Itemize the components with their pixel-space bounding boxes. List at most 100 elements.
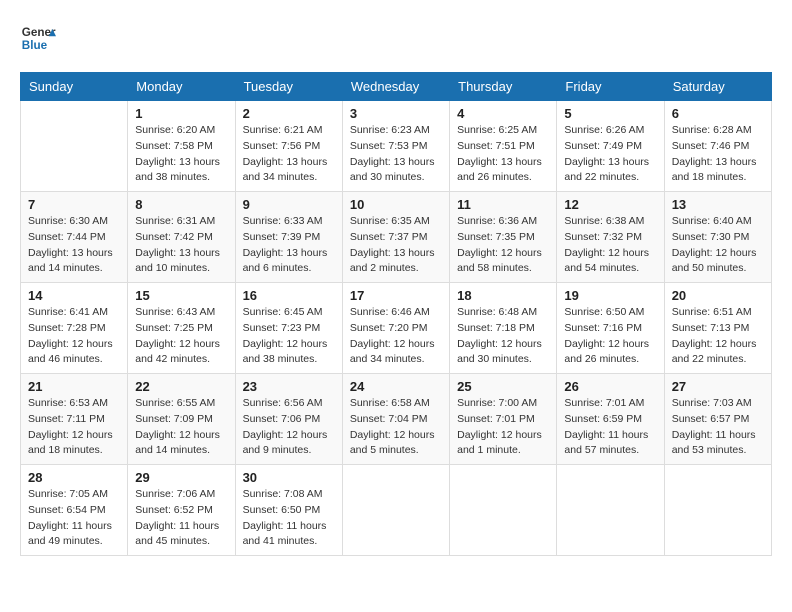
weekday-header-cell: Wednesday bbox=[342, 73, 449, 101]
day-number: 17 bbox=[350, 288, 442, 303]
weekday-header-row: SundayMondayTuesdayWednesdayThursdayFrid… bbox=[21, 73, 772, 101]
calendar-day-cell: 30Sunrise: 7:08 AMSunset: 6:50 PMDayligh… bbox=[235, 465, 342, 556]
day-number: 27 bbox=[672, 379, 764, 394]
day-info: Sunrise: 7:01 AMSunset: 6:59 PMDaylight:… bbox=[564, 396, 656, 459]
day-number: 5 bbox=[564, 106, 656, 121]
calendar-day-cell: 28 Sunrise: 7:05 AMSunset: 6:54 PMDayligh… bbox=[21, 465, 128, 556]
calendar-day-cell: 6Sunrise: 6:28 AMSunset: 7:46 PMDaylight… bbox=[664, 101, 771, 192]
calendar-day-cell: 20Sunrise: 6:51 AMSunset: 7:13 PMDayligh… bbox=[664, 283, 771, 374]
day-number: 3 bbox=[350, 106, 442, 121]
day-number: 6 bbox=[672, 106, 764, 121]
page-header: General Blue bbox=[20, 20, 772, 56]
day-info: Sunrise: 6:35 AMSunset: 7:37 PMDaylight:… bbox=[350, 214, 442, 277]
calendar-day-cell bbox=[342, 465, 449, 556]
calendar-day-cell: 16 Sunrise: 6:45 AMSunset: 7:23 PMDayligh… bbox=[235, 283, 342, 374]
weekday-header-cell: Sunday bbox=[21, 73, 128, 101]
calendar-day-cell: 5 Sunrise: 6:26 AMSunset: 7:49 PMDaylight… bbox=[557, 101, 664, 192]
calendar-day-cell: 14Sunrise: 6:41 AMSunset: 7:28 PMDayligh… bbox=[21, 283, 128, 374]
day-number: 12 bbox=[564, 197, 656, 212]
day-info: Sunrise: 6:55 AMSunset: 7:09 PMDaylight:… bbox=[135, 396, 227, 459]
day-number: 15 bbox=[135, 288, 227, 303]
calendar-day-cell: 25 Sunrise: 7:00 AMSunset: 7:01 PMDayligh… bbox=[450, 374, 557, 465]
calendar-day-cell: 23Sunrise: 6:56 AMSunset: 7:06 PMDayligh… bbox=[235, 374, 342, 465]
calendar-day-cell: 22Sunrise: 6:55 AMSunset: 7:09 PMDayligh… bbox=[128, 374, 235, 465]
calendar-day-cell: 1 Sunrise: 6:20 AMSunset: 7:58 PMDaylight… bbox=[128, 101, 235, 192]
day-info: Sunrise: 6:33 AMSunset: 7:39 PMDaylight:… bbox=[243, 214, 335, 277]
calendar-day-cell bbox=[21, 101, 128, 192]
day-info: Sunrise: 6:53 AMSunset: 7:11 PMDaylight:… bbox=[28, 396, 120, 459]
day-info: Sunrise: 6:58 AMSunset: 7:04 PMDaylight:… bbox=[350, 396, 442, 459]
calendar-day-cell: 29 Sunrise: 7:06 AMSunset: 6:52 PMDayligh… bbox=[128, 465, 235, 556]
day-number: 13 bbox=[672, 197, 764, 212]
day-number: 8 bbox=[135, 197, 227, 212]
day-info: Sunrise: 6:46 AMSunset: 7:20 PMDaylight:… bbox=[350, 305, 442, 368]
weekday-header-cell: Thursday bbox=[450, 73, 557, 101]
weekday-header-cell: Saturday bbox=[664, 73, 771, 101]
calendar-week-row: 21 Sunrise: 6:53 AMSunset: 7:11 PMDayligh… bbox=[21, 374, 772, 465]
day-info: Sunrise: 6:38 AMSunset: 7:32 PMDaylight:… bbox=[564, 214, 656, 277]
calendar-week-row: 1 Sunrise: 6:20 AMSunset: 7:58 PMDaylight… bbox=[21, 101, 772, 192]
weekday-header-cell: Friday bbox=[557, 73, 664, 101]
calendar-day-cell: 13 Sunrise: 6:40 AMSunset: 7:30 PMDayligh… bbox=[664, 192, 771, 283]
day-number: 16 bbox=[243, 288, 335, 303]
day-info: Sunrise: 6:36 AMSunset: 7:35 PMDaylight:… bbox=[457, 214, 549, 277]
day-info: Sunrise: 6:31 AMSunset: 7:42 PMDaylight:… bbox=[135, 214, 227, 277]
calendar-day-cell: 19 Sunrise: 6:50 AMSunset: 7:16 PMDayligh… bbox=[557, 283, 664, 374]
calendar-day-cell: 21 Sunrise: 6:53 AMSunset: 7:11 PMDayligh… bbox=[21, 374, 128, 465]
day-number: 9 bbox=[243, 197, 335, 212]
day-number: 1 bbox=[135, 106, 227, 121]
day-info: Sunrise: 7:06 AMSunset: 6:52 PMDaylight:… bbox=[135, 487, 227, 550]
day-info: Sunrise: 6:30 AMSunset: 7:44 PMDaylight:… bbox=[28, 214, 120, 277]
day-info: Sunrise: 6:51 AMSunset: 7:13 PMDaylight:… bbox=[672, 305, 764, 368]
calendar-table: SundayMondayTuesdayWednesdayThursdayFrid… bbox=[20, 72, 772, 556]
day-info: Sunrise: 6:20 AMSunset: 7:58 PMDaylight:… bbox=[135, 123, 227, 186]
calendar-day-cell: 7 Sunrise: 6:30 AMSunset: 7:44 PMDaylight… bbox=[21, 192, 128, 283]
calendar-body: 1 Sunrise: 6:20 AMSunset: 7:58 PMDaylight… bbox=[21, 101, 772, 556]
day-info: Sunrise: 6:23 AMSunset: 7:53 PMDaylight:… bbox=[350, 123, 442, 186]
weekday-header-cell: Tuesday bbox=[235, 73, 342, 101]
day-info: Sunrise: 6:40 AMSunset: 7:30 PMDaylight:… bbox=[672, 214, 764, 277]
day-number: 7 bbox=[28, 197, 120, 212]
logo: General Blue bbox=[20, 20, 56, 56]
calendar-day-cell: 11 Sunrise: 6:36 AMSunset: 7:35 PMDayligh… bbox=[450, 192, 557, 283]
day-number: 30 bbox=[243, 470, 335, 485]
day-number: 14 bbox=[28, 288, 120, 303]
calendar-day-cell bbox=[557, 465, 664, 556]
day-info: Sunrise: 6:48 AMSunset: 7:18 PMDaylight:… bbox=[457, 305, 549, 368]
day-number: 24 bbox=[350, 379, 442, 394]
day-number: 25 bbox=[457, 379, 549, 394]
day-number: 29 bbox=[135, 470, 227, 485]
calendar-day-cell: 2Sunrise: 6:21 AMSunset: 7:56 PMDaylight… bbox=[235, 101, 342, 192]
calendar-day-cell bbox=[664, 465, 771, 556]
day-info: Sunrise: 6:43 AMSunset: 7:25 PMDaylight:… bbox=[135, 305, 227, 368]
day-info: Sunrise: 6:45 AMSunset: 7:23 PMDaylight:… bbox=[243, 305, 335, 368]
calendar-day-cell: 15 Sunrise: 6:43 AMSunset: 7:25 PMDayligh… bbox=[128, 283, 235, 374]
day-number: 11 bbox=[457, 197, 549, 212]
day-number: 21 bbox=[28, 379, 120, 394]
day-info: Sunrise: 6:50 AMSunset: 7:16 PMDaylight:… bbox=[564, 305, 656, 368]
day-info: Sunrise: 7:05 AMSunset: 6:54 PMDaylight:… bbox=[28, 487, 120, 550]
calendar-week-row: 7 Sunrise: 6:30 AMSunset: 7:44 PMDaylight… bbox=[21, 192, 772, 283]
day-info: Sunrise: 6:21 AMSunset: 7:56 PMDaylight:… bbox=[243, 123, 335, 186]
calendar-day-cell: 12 Sunrise: 6:38 AMSunset: 7:32 PMDayligh… bbox=[557, 192, 664, 283]
day-number: 28 bbox=[28, 470, 120, 485]
weekday-header-cell: Monday bbox=[128, 73, 235, 101]
calendar-day-cell: 9 Sunrise: 6:33 AMSunset: 7:39 PMDaylight… bbox=[235, 192, 342, 283]
calendar-day-cell: 10Sunrise: 6:35 AMSunset: 7:37 PMDayligh… bbox=[342, 192, 449, 283]
calendar-day-cell: 26 Sunrise: 7:01 AMSunset: 6:59 PMDayligh… bbox=[557, 374, 664, 465]
day-info: Sunrise: 7:03 AMSunset: 6:57 PMDaylight:… bbox=[672, 396, 764, 459]
day-info: Sunrise: 6:56 AMSunset: 7:06 PMDaylight:… bbox=[243, 396, 335, 459]
calendar-day-cell: 4 Sunrise: 6:25 AMSunset: 7:51 PMDaylight… bbox=[450, 101, 557, 192]
day-number: 26 bbox=[564, 379, 656, 394]
calendar-day-cell: 8 Sunrise: 6:31 AMSunset: 7:42 PMDaylight… bbox=[128, 192, 235, 283]
day-info: Sunrise: 7:00 AMSunset: 7:01 PMDaylight:… bbox=[457, 396, 549, 459]
calendar-week-row: 28 Sunrise: 7:05 AMSunset: 6:54 PMDayligh… bbox=[21, 465, 772, 556]
calendar-day-cell: 27 Sunrise: 7:03 AMSunset: 6:57 PMDayligh… bbox=[664, 374, 771, 465]
day-number: 4 bbox=[457, 106, 549, 121]
day-info: Sunrise: 6:26 AMSunset: 7:49 PMDaylight:… bbox=[564, 123, 656, 186]
calendar-day-cell: 17 Sunrise: 6:46 AMSunset: 7:20 PMDayligh… bbox=[342, 283, 449, 374]
logo-icon: General Blue bbox=[20, 20, 56, 56]
calendar-day-cell: 24 Sunrise: 6:58 AMSunset: 7:04 PMDayligh… bbox=[342, 374, 449, 465]
day-number: 19 bbox=[564, 288, 656, 303]
day-info: Sunrise: 6:25 AMSunset: 7:51 PMDaylight:… bbox=[457, 123, 549, 186]
